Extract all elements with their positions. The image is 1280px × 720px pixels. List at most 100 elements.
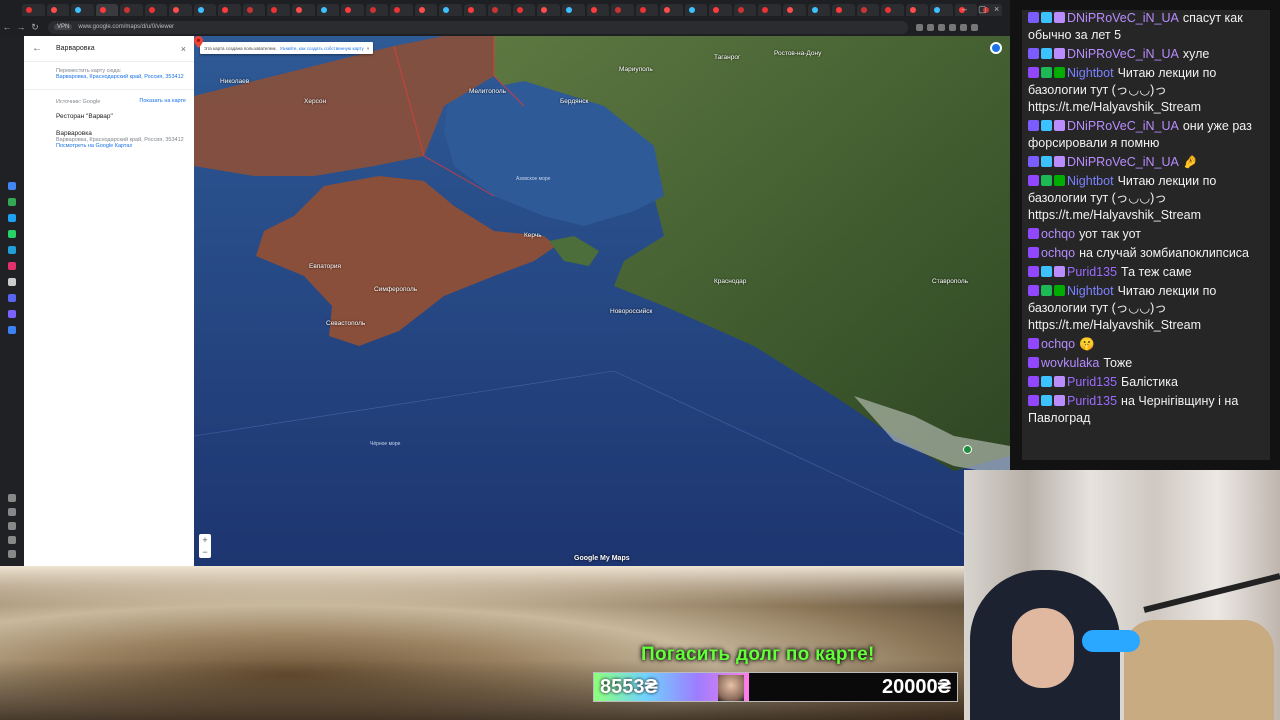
browser-tab[interactable] xyxy=(267,4,291,16)
browser-tab[interactable] xyxy=(193,4,217,16)
instagram-icon[interactable] xyxy=(8,262,16,270)
sidebar-app-icon[interactable] xyxy=(8,182,16,190)
city-label[interactable]: Новороссийск xyxy=(610,308,652,315)
browser-tab[interactable] xyxy=(169,4,192,16)
browser-tab[interactable] xyxy=(782,4,806,16)
browser-tab[interactable] xyxy=(635,4,659,16)
back-button[interactable]: ← xyxy=(0,22,14,32)
chat-username[interactable]: Nightbot xyxy=(1067,66,1114,80)
chat-username[interactable]: DNiPRoVeC_iN_UA xyxy=(1067,47,1179,61)
browser-tab[interactable] xyxy=(930,4,953,16)
browser-tab[interactable] xyxy=(95,4,119,16)
browser-tab[interactable] xyxy=(807,4,831,16)
chat-username[interactable]: ochqo xyxy=(1041,246,1075,260)
chat-username[interactable]: DNiPRoVeC_iN_UA xyxy=(1067,11,1179,25)
sidebar-app-icon[interactable] xyxy=(8,310,16,318)
clock-icon[interactable] xyxy=(8,508,16,516)
city-label[interactable]: Таганрог xyxy=(714,54,740,61)
browser-tab[interactable] xyxy=(512,4,536,16)
back-arrow-icon[interactable]: ← xyxy=(32,43,42,54)
browser-tab[interactable] xyxy=(242,4,266,16)
browser-tab[interactable] xyxy=(144,4,168,16)
extension-icon[interactable] xyxy=(927,23,934,31)
browser-tab[interactable] xyxy=(758,4,781,16)
browser-tab[interactable] xyxy=(439,4,462,16)
browser-tab[interactable] xyxy=(46,4,70,16)
result-village-title[interactable]: Варваровка xyxy=(56,130,186,137)
browser-tab[interactable] xyxy=(218,4,241,16)
show-on-map-link[interactable]: Показать на карте xyxy=(139,98,186,105)
city-label[interactable]: Керчь xyxy=(524,232,542,239)
city-label[interactable]: Мариуполь xyxy=(619,66,653,73)
browser-tab[interactable] xyxy=(120,4,143,16)
browser-tab[interactable] xyxy=(71,4,94,16)
address-url[interactable]: www.google.com/maps/d/u/0/viewer xyxy=(78,24,174,30)
extension-icon[interactable] xyxy=(949,23,956,31)
chat-username[interactable]: DNiPRoVeC_iN_UA xyxy=(1067,155,1179,169)
extension-icon[interactable] xyxy=(938,23,945,31)
zoom-out-button[interactable]: − xyxy=(199,546,211,558)
browser-tab[interactable] xyxy=(414,4,438,16)
forward-button[interactable]: → xyxy=(14,22,28,32)
gear-icon[interactable] xyxy=(8,536,16,544)
bulb-icon[interactable] xyxy=(8,550,16,558)
vpn-pill[interactable]: VPN xyxy=(54,24,73,30)
telegram-icon[interactable] xyxy=(8,246,16,254)
open-google-maps-link[interactable]: Посмотреть на Google Картах xyxy=(56,143,186,150)
city-label[interactable]: Ставрополь xyxy=(932,278,968,285)
city-label[interactable]: Николаев xyxy=(220,78,249,85)
heart-icon[interactable] xyxy=(8,494,16,502)
chat-username[interactable]: wovkulaka xyxy=(1041,356,1099,370)
city-label[interactable]: Ростов-на-Дону xyxy=(774,50,821,57)
sidebar-app-icon[interactable] xyxy=(8,198,16,206)
close-icon[interactable]: × xyxy=(181,44,186,54)
city-label[interactable]: Евпатория xyxy=(309,263,341,270)
browser-tab[interactable] xyxy=(341,4,364,16)
browser-tab[interactable] xyxy=(537,4,561,16)
sidebar-app-icon[interactable] xyxy=(8,214,16,222)
extension-icon[interactable] xyxy=(916,23,923,31)
browser-tab[interactable] xyxy=(562,4,585,16)
browser-tab[interactable] xyxy=(709,4,732,16)
chat-username[interactable]: Nightbot xyxy=(1067,284,1114,298)
satellite-map[interactable]: Николаев Мелитополь Бердянск Мариуполь Т… xyxy=(194,36,1010,566)
discord-icon[interactable] xyxy=(8,294,16,302)
city-label[interactable]: Херсон xyxy=(304,98,326,105)
browser-tab[interactable] xyxy=(733,4,757,16)
my-location-icon[interactable] xyxy=(990,42,1002,54)
place-marker-icon[interactable] xyxy=(963,445,972,454)
chat-username[interactable]: Nightbot xyxy=(1067,174,1114,188)
move-map-link[interactable]: Варваровка, Краснодарский край, Россия, … xyxy=(56,74,186,81)
city-label[interactable]: Симферополь xyxy=(374,286,417,293)
location-pin-icon[interactable] xyxy=(194,36,203,48)
city-label[interactable]: Краснодар xyxy=(714,278,746,285)
browser-tab[interactable] xyxy=(463,4,487,16)
extension-icon[interactable] xyxy=(960,23,967,31)
browser-tab[interactable] xyxy=(488,4,511,16)
reload-button[interactable]: ↻ xyxy=(28,22,42,33)
browser-tab[interactable] xyxy=(365,4,389,16)
browser-tab[interactable] xyxy=(611,4,634,16)
browser-tab[interactable] xyxy=(905,4,929,16)
cube-icon[interactable] xyxy=(8,522,16,530)
browser-tab[interactable] xyxy=(660,4,683,16)
chat-username[interactable]: ochqo xyxy=(1041,227,1075,241)
browser-tab[interactable] xyxy=(684,4,708,16)
browser-tab[interactable] xyxy=(316,4,340,16)
city-label[interactable]: Мелитополь xyxy=(469,88,506,95)
chat-username[interactable]: DNiPRoVeC_iN_UA xyxy=(1067,119,1179,133)
city-label[interactable]: Бердянск xyxy=(560,98,588,105)
extension-icon[interactable] xyxy=(971,23,978,31)
city-label[interactable]: Севастополь xyxy=(326,320,365,327)
address-bar[interactable]: VPN www.google.com/maps/d/u/0/viewer xyxy=(48,20,908,34)
browser-tab[interactable] xyxy=(832,4,855,16)
browser-tab[interactable] xyxy=(22,4,45,16)
browser-tab[interactable] xyxy=(881,4,904,16)
chat-username[interactable]: Purid135 xyxy=(1067,265,1117,279)
notice-close-icon[interactable]: × xyxy=(367,46,370,51)
whatsapp-icon[interactable] xyxy=(8,230,16,238)
chat-username[interactable]: ochqo xyxy=(1041,337,1075,351)
notice-link[interactable]: Узнайте, как создать собственную карту xyxy=(280,46,364,51)
sidebar-app-icon[interactable] xyxy=(8,326,16,334)
browser-tab[interactable] xyxy=(292,4,315,16)
